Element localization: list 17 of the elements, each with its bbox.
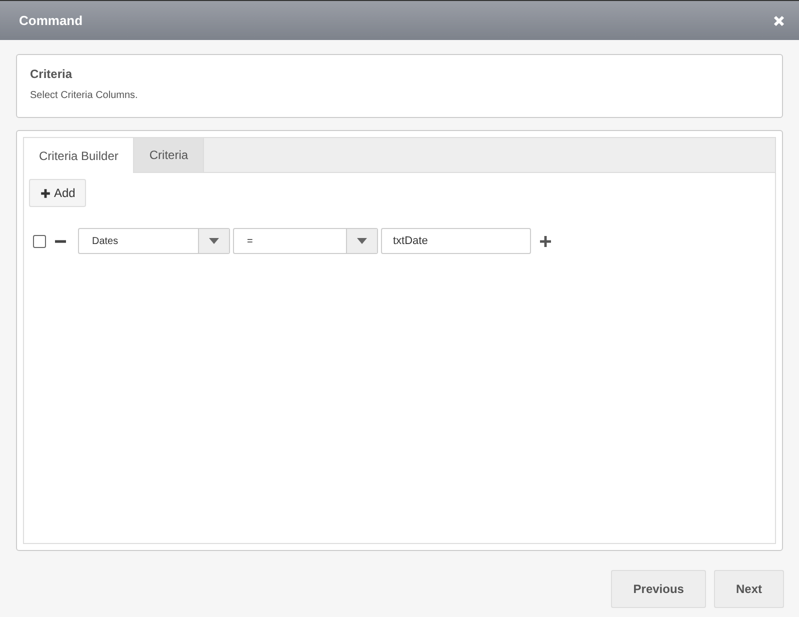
close-icon[interactable] [773, 14, 785, 26]
caret-icon [209, 238, 219, 244]
section-heading: Criteria [30, 67, 74, 81]
section-description: Select Criteria Columns. [30, 90, 139, 101]
plus-icon [40, 188, 51, 198]
add-button[interactable]: Add [29, 179, 86, 207]
value-field[interactable]: txtDate [381, 228, 531, 254]
tab[interactable]: Criteria Builder [24, 138, 134, 173]
operator-dropdown[interactable]: = [233, 228, 378, 254]
checkbox[interactable] [33, 234, 46, 248]
caret-icon [357, 238, 367, 244]
column-dropdown[interactable]: Dates [78, 228, 230, 254]
nav-button[interactable]: Previous [611, 570, 706, 608]
window-title: Command [19, 13, 83, 28]
nav-button[interactable]: Next [714, 570, 784, 608]
plus-icon[interactable] [540, 236, 551, 246]
tab[interactable]: Criteria [134, 138, 204, 172]
